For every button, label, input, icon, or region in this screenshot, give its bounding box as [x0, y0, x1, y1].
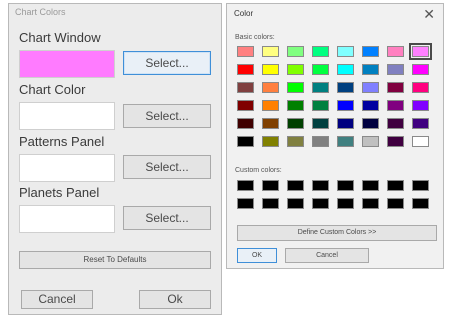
color-swatch-cell[interactable] — [287, 100, 304, 111]
color-swatch-cell[interactable] — [387, 82, 404, 93]
color-swatch-cell[interactable] — [412, 100, 429, 111]
planets-panel-select-button[interactable]: Select... — [123, 206, 211, 230]
color-swatch-cell[interactable] — [287, 198, 304, 209]
color-swatch-cell[interactable] — [362, 136, 379, 147]
color-swatch-cell[interactable] — [287, 46, 304, 57]
color-swatch-cell[interactable] — [312, 180, 329, 191]
basic-colors-label: Basic colors: — [235, 34, 275, 41]
color-swatch-cell[interactable] — [237, 198, 254, 209]
color-swatch-cell[interactable] — [312, 118, 329, 129]
color-swatch-cell[interactable] — [362, 100, 379, 111]
color-swatch-cell[interactable] — [337, 100, 354, 111]
color-swatch-cell[interactable] — [362, 118, 379, 129]
color-swatch-cell[interactable] — [387, 180, 404, 191]
color-swatch-cell[interactable] — [262, 46, 279, 57]
color-swatch-cell[interactable] — [287, 118, 304, 129]
chart-window-swatch — [19, 50, 115, 78]
color-swatch-cell[interactable] — [312, 46, 329, 57]
color-swatch-cell[interactable] — [262, 82, 279, 93]
planets-panel-swatch — [19, 205, 115, 233]
basic-colors-grid — [237, 43, 437, 154]
color-swatch-cell[interactable] — [237, 100, 254, 111]
window-title: Chart Colors — [15, 7, 66, 17]
color-swatch-cell[interactable] — [387, 64, 404, 75]
patterns-panel-swatch — [19, 154, 115, 182]
color-swatch-cell[interactable] — [362, 46, 379, 57]
color-swatch-cell[interactable] — [337, 118, 354, 129]
patterns-panel-select-button[interactable]: Select... — [123, 155, 211, 179]
color-swatch-cell[interactable] — [412, 118, 429, 129]
color-swatch-cell[interactable] — [312, 100, 329, 111]
color-swatch-cell[interactable] — [287, 136, 304, 147]
chart-color-label: Chart Color — [19, 82, 86, 97]
ok-button[interactable]: Ok — [139, 290, 211, 309]
color-dialog: Color ✕ Basic colors: Custom colors: Def… — [226, 3, 444, 269]
color-swatch-cell[interactable] — [262, 118, 279, 129]
color-swatch-cell[interactable] — [337, 180, 354, 191]
color-swatch-cell[interactable] — [412, 136, 429, 147]
chart-color-select-button[interactable]: Select... — [123, 104, 211, 128]
color-swatch-cell[interactable] — [237, 46, 254, 57]
color-swatch-cell[interactable] — [387, 46, 404, 57]
color-swatch-cell[interactable] — [262, 198, 279, 209]
color-swatch-cell[interactable] — [362, 180, 379, 191]
color-swatch-cell[interactable] — [412, 64, 429, 75]
color-swatch-cell[interactable] — [237, 64, 254, 75]
color-swatch-cell[interactable] — [362, 198, 379, 209]
color-swatch-cell[interactable] — [412, 198, 429, 209]
color-swatch-cell[interactable] — [337, 64, 354, 75]
color-swatch-cell[interactable] — [412, 82, 429, 93]
chart-window-select-button[interactable]: Select... — [123, 51, 211, 75]
close-icon[interactable]: ✕ — [423, 6, 435, 23]
color-swatch-cell[interactable] — [287, 82, 304, 93]
color-swatch-cell[interactable] — [387, 136, 404, 147]
planets-panel-label: Planets Panel — [19, 185, 100, 200]
color-swatch-cell[interactable] — [362, 82, 379, 93]
color-swatch-cell[interactable] — [337, 136, 354, 147]
color-swatch-cell[interactable] — [237, 118, 254, 129]
color-swatch-cell[interactable] — [312, 82, 329, 93]
color-swatch-cell[interactable] — [337, 198, 354, 209]
color-swatch-cell[interactable] — [262, 136, 279, 147]
color-swatch-cell[interactable] — [387, 198, 404, 209]
cancel-button[interactable]: Cancel — [21, 290, 93, 309]
color-swatch-cell[interactable] — [262, 180, 279, 191]
color-swatch-cell[interactable] — [337, 46, 354, 57]
color-swatch-cell[interactable] — [287, 64, 304, 75]
color-swatch-cell[interactable] — [362, 64, 379, 75]
dialog-title: Color — [234, 9, 254, 18]
chart-color-swatch — [19, 102, 115, 130]
color-swatch-cell[interactable] — [387, 100, 404, 111]
color-swatch-cell[interactable] — [262, 64, 279, 75]
color-swatch-cell[interactable] — [409, 43, 432, 60]
color-swatch-cell[interactable] — [312, 198, 329, 209]
color-swatch-cell[interactable] — [312, 64, 329, 75]
chart-window-label: Chart Window — [19, 30, 101, 45]
color-swatch-cell[interactable] — [287, 180, 304, 191]
dialog-cancel-button[interactable]: Cancel — [285, 248, 369, 263]
color-swatch-cell[interactable] — [337, 82, 354, 93]
reset-to-defaults-button[interactable]: Reset To Defaults — [19, 251, 211, 269]
color-swatch-cell[interactable] — [237, 136, 254, 147]
custom-colors-label: Custom colors: — [235, 167, 282, 174]
custom-colors-grid — [237, 180, 437, 214]
dialog-ok-button[interactable]: OK — [237, 248, 277, 263]
color-swatch-cell[interactable] — [387, 118, 404, 129]
patterns-panel-label: Patterns Panel — [19, 134, 105, 149]
color-swatch-cell[interactable] — [412, 180, 429, 191]
define-custom-colors-button[interactable]: Define Custom Colors >> — [237, 225, 437, 241]
color-swatch-cell[interactable] — [262, 100, 279, 111]
color-swatch-cell[interactable] — [237, 82, 254, 93]
color-swatch-cell[interactable] — [312, 136, 329, 147]
chart-colors-window: Chart Colors Chart Window Select... Char… — [8, 3, 222, 315]
color-swatch-cell[interactable] — [237, 180, 254, 191]
